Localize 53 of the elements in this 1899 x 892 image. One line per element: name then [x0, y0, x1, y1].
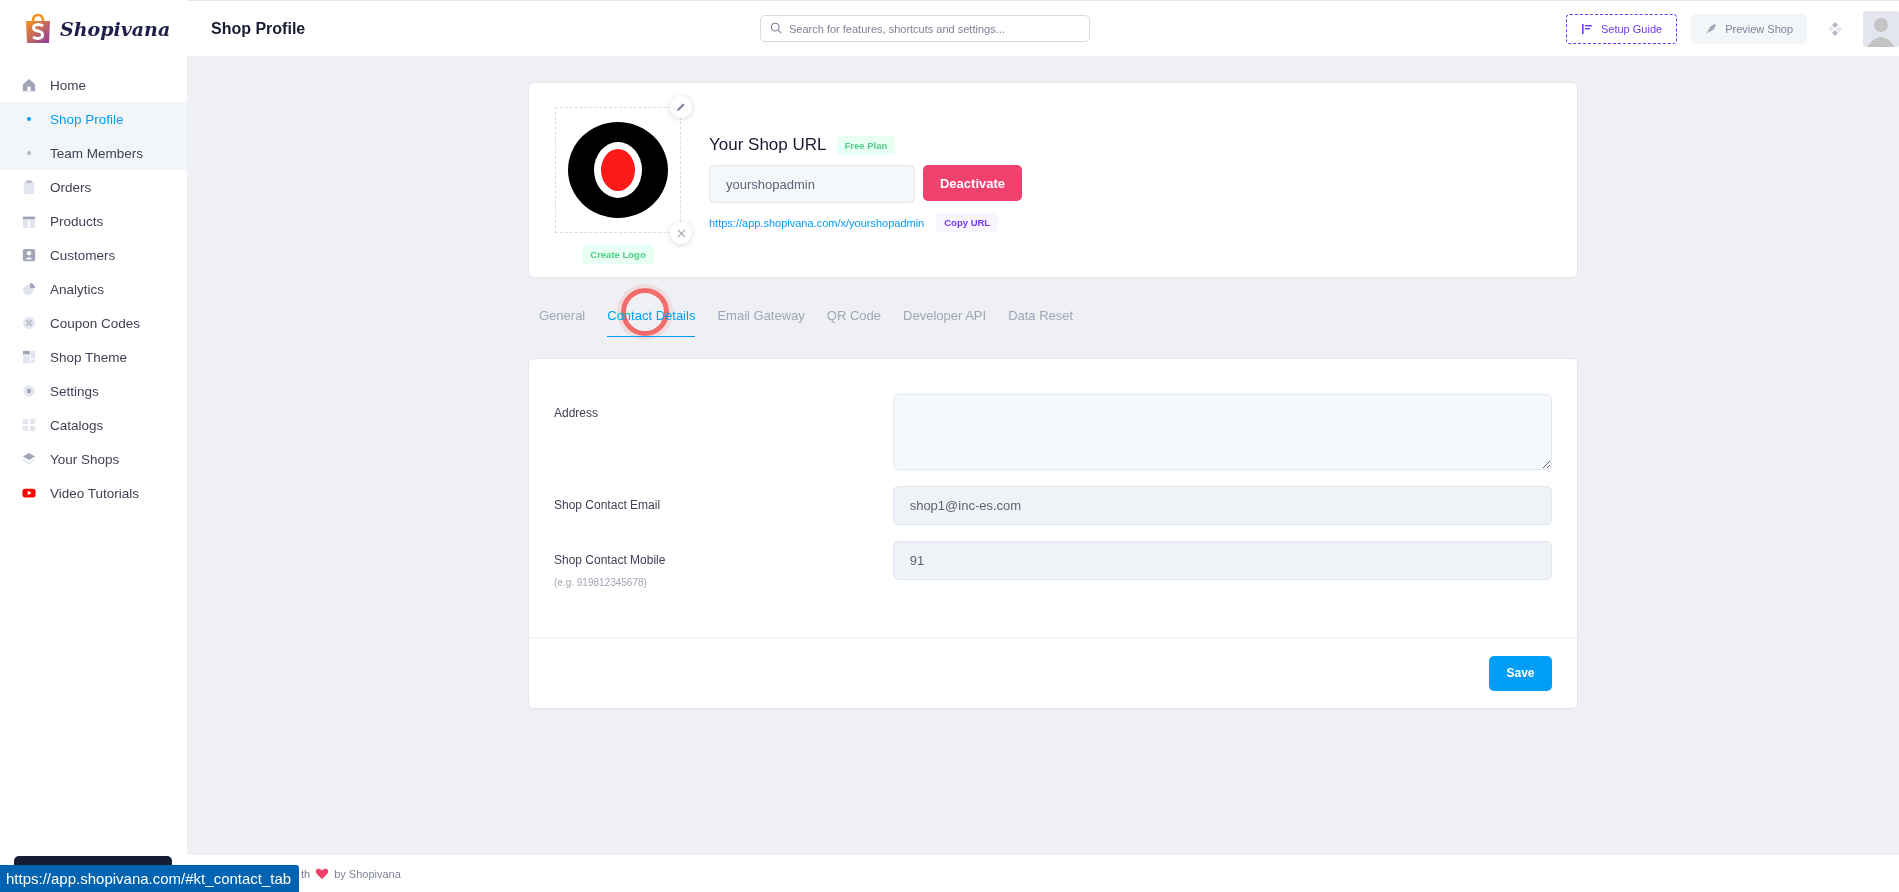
clipboard-icon	[22, 180, 36, 194]
page-title: Shop Profile	[211, 19, 307, 38]
preview-shop-button[interactable]: Preview Shop	[1691, 13, 1807, 44]
avatar-icon[interactable]	[1863, 10, 1899, 47]
sidebar-item[interactable]: Video Tutorials	[0, 476, 187, 510]
copy-url-button[interactable]: Copy URL	[936, 213, 999, 232]
home-icon	[22, 78, 36, 92]
logo-upload-area[interactable]	[555, 107, 681, 233]
field-label: Shop Contact Mobile	[554, 553, 667, 567]
contact-card-icon	[22, 248, 36, 262]
field-label: Address	[554, 406, 600, 420]
sidebar-item[interactable]: Team Members	[0, 136, 187, 170]
text-field[interactable]: shop1@inc-es.com	[892, 486, 1552, 525]
footer-text: by Shopivana	[334, 867, 401, 880]
shop-url-title: Your Shop URL	[709, 135, 827, 155]
sidebar-item[interactable]: Coupon Codes	[0, 306, 187, 340]
shop-slug-field[interactable]: yourshopadmin	[709, 165, 915, 203]
pencil-icon	[676, 102, 686, 112]
sidebar-item[interactable]: Orders	[0, 170, 187, 204]
sidebar-item[interactable]: Catalogs	[0, 408, 187, 442]
layers-icon	[22, 452, 36, 466]
close-icon	[676, 228, 686, 238]
edit-button[interactable]	[670, 96, 692, 118]
search-icon	[770, 22, 782, 34]
sidebar-item[interactable]: Shop Theme	[0, 340, 187, 374]
heart-icon	[315, 867, 330, 880]
apps-icon[interactable]	[1827, 20, 1843, 37]
sidebar-item[interactable]: Home	[0, 68, 187, 102]
layout-icon	[22, 350, 36, 364]
search-field[interactable]: Search for features, shortcuts and settings...	[760, 15, 1090, 42]
field-label: Shop Contact Email	[554, 498, 662, 512]
status-bar-url: https://app.shopivana.com/#kt_contact_tab	[0, 865, 300, 892]
setup-guide-button[interactable]: Setup Guide	[1565, 13, 1678, 44]
settings-icon	[22, 384, 36, 398]
text-field[interactable]: 91	[892, 541, 1552, 580]
sidebar-item[interactable]: Customers	[0, 238, 187, 272]
sidebar-item[interactable]: Analytics	[0, 272, 187, 306]
brand-name: Shopivana	[60, 18, 171, 40]
remove-button[interactable]	[670, 222, 692, 244]
pie-chart-icon	[22, 282, 36, 296]
discount-icon	[22, 316, 36, 330]
deactivate-button[interactable]: Deactivate	[923, 165, 1022, 201]
field-hint: (e.g. 919812345678)	[554, 577, 648, 588]
sidebar-item[interactable]: Products	[0, 204, 187, 238]
plan-badge: Free Plan	[836, 135, 896, 155]
footer-text: th	[301, 867, 311, 880]
address-field[interactable]	[892, 394, 1552, 470]
grid-icon	[22, 418, 36, 432]
sidebar-item[interactable]: Your Shops	[0, 442, 187, 476]
shop-url-link[interactable]: https://app.shopivana.com/x/yourshopadmin	[709, 216, 925, 229]
video-play-icon	[22, 486, 36, 500]
sidebar-item[interactable]: Settings	[0, 374, 187, 408]
flag-icon	[1580, 22, 1593, 35]
